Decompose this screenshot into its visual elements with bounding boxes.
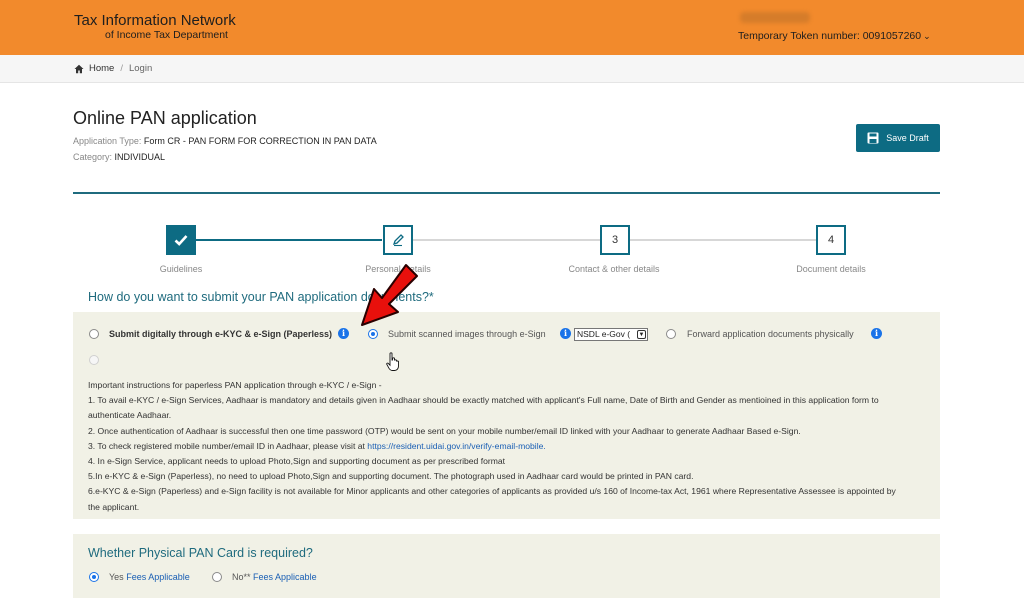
save-draft-label: Save Draft xyxy=(886,133,929,143)
info-icon[interactable]: i xyxy=(871,328,882,339)
brand-logo-text[interactable]: Tax Information Network of Income Tax De… xyxy=(74,13,236,42)
brand-subtitle: of Income Tax Department xyxy=(105,29,228,41)
radio-physical[interactable] xyxy=(666,329,676,339)
radio-paperless[interactable] xyxy=(89,329,99,339)
token-label: Temporary Token number: 0091057260 xyxy=(738,30,922,42)
page-title: Online PAN application xyxy=(73,108,257,128)
instruction-item: 4. In e-Sign Service, applicant needs to… xyxy=(88,456,506,467)
edit-pencil-icon xyxy=(392,234,404,247)
save-icon xyxy=(867,132,879,144)
step-guidelines[interactable] xyxy=(166,225,196,255)
instruction-item: 3. To check registered mobile number/ema… xyxy=(88,439,908,454)
physical-card-yes-option[interactable]: Yes Fees Applicable xyxy=(109,572,190,582)
physical-card-panel xyxy=(73,534,940,598)
chevron-down-icon: ▼ xyxy=(637,330,646,339)
checkmark-icon xyxy=(174,235,188,246)
instruction-item: 1. To avail e-KYC / e-Sign Services, Aad… xyxy=(88,395,879,421)
chevron-down-icon: ⌄ xyxy=(923,31,931,41)
no-label: No** xyxy=(232,572,251,582)
step-document-details[interactable]: 4 xyxy=(816,225,846,255)
uidai-verify-link[interactable]: https://resident.uidai.gov.in/verify-ema… xyxy=(367,441,545,451)
info-icon[interactable]: i xyxy=(338,328,349,339)
step-contact-details[interactable]: 3 xyxy=(600,225,630,255)
instructions-title: Important instructions for paperless PAN… xyxy=(88,380,382,390)
radio-scanned-esign[interactable] xyxy=(368,329,378,339)
option-scanned-label[interactable]: Submit scanned images through e-Sign xyxy=(388,329,546,339)
breadcrumb-separator: / xyxy=(120,63,123,74)
radio-physical-card-yes[interactable] xyxy=(89,572,99,582)
brand-title: Tax Information Network xyxy=(74,12,236,29)
save-draft-button[interactable]: Save Draft xyxy=(856,124,940,152)
step-label-guidelines: Guidelines xyxy=(159,264,203,274)
stepper-track-complete xyxy=(196,239,382,241)
option-physical-label[interactable]: Forward application documents physically xyxy=(687,329,854,339)
top-header: Tax Information Network of Income Tax De… xyxy=(0,0,1024,55)
esign-provider-value: NSDL e-Gov ( xyxy=(577,329,631,339)
hand-pointer-icon xyxy=(386,352,399,371)
instruction-item: 2. Once authentication of Aadhaar is suc… xyxy=(88,425,801,436)
token-dropdown[interactable]: Temporary Token number: 0091057260 ⌄ xyxy=(738,30,931,42)
radio-physical-card-no[interactable] xyxy=(212,572,222,582)
category-value: INDIVIDUAL xyxy=(114,152,166,162)
breadcrumb-current: Login xyxy=(128,63,153,74)
instructions-block: Important instructions for paperless PAN… xyxy=(88,378,908,515)
step-personal-details[interactable] xyxy=(383,225,413,255)
no-fees-link[interactable]: Fees Applicable xyxy=(253,572,317,582)
instruction-text: 3. To check registered mobile number/ema… xyxy=(88,440,368,451)
breadcrumb-bar: Home / Login xyxy=(0,55,1024,83)
blurred-user-name xyxy=(740,12,810,23)
breadcrumb-home-link[interactable]: Home xyxy=(89,63,114,74)
option-paperless-label[interactable]: Submit digitally through e-KYC & e-Sign … xyxy=(109,329,332,339)
step-label-contact-details: Contact & other details xyxy=(568,264,660,274)
application-type-label: Application Type: xyxy=(73,136,144,146)
step-label-document-details: Document details xyxy=(796,264,866,274)
application-type: Application Type: Form CR - PAN FORM FOR… xyxy=(73,136,377,146)
application-type-value: Form CR - PAN FORM FOR CORRECTION IN PAN… xyxy=(143,136,377,146)
instruction-item: 5.In e-KYC & e-Sign (Paperless), no need… xyxy=(88,471,694,482)
physical-card-no-option[interactable]: No** Fees Applicable xyxy=(232,572,317,582)
instruction-item: 6.e-KYC & e-Sign (Paperless) and e-Sign … xyxy=(88,486,896,512)
section-divider xyxy=(73,192,940,194)
breadcrumb: Home / Login xyxy=(74,63,152,74)
home-icon xyxy=(74,64,84,73)
category: Category: INDIVIDUAL xyxy=(73,152,165,162)
info-icon[interactable]: i xyxy=(560,328,571,339)
yes-fees-link[interactable]: Fees Applicable xyxy=(126,572,190,582)
physical-card-question: Whether Physical PAN Card is required? xyxy=(88,546,313,560)
radio-disabled xyxy=(89,355,99,365)
yes-label: Yes xyxy=(109,572,124,582)
red-arrow-annotation-icon xyxy=(361,264,418,326)
category-label: Category: xyxy=(73,152,115,162)
esign-provider-select[interactable]: NSDL e-Gov ( ▼ xyxy=(574,328,648,341)
